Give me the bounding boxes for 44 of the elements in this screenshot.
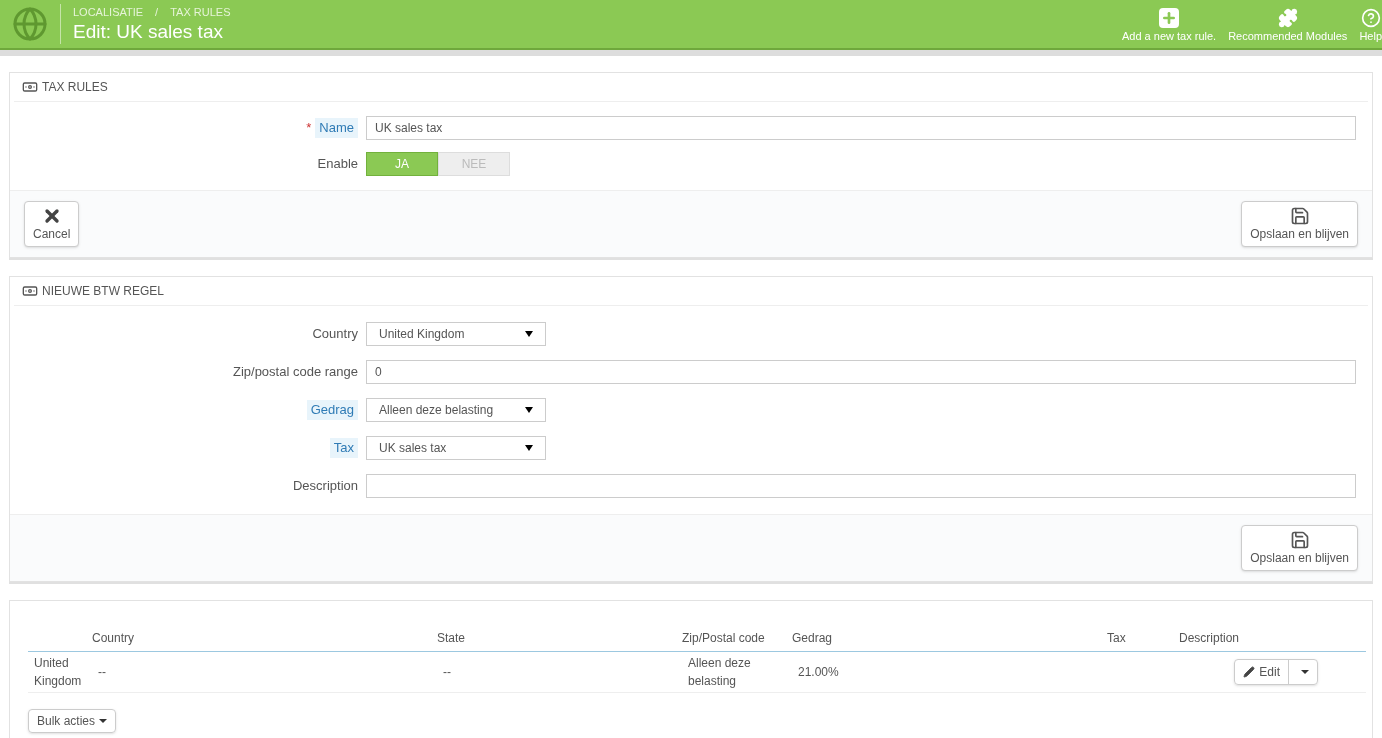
save-icon	[1289, 206, 1310, 226]
money-icon	[22, 79, 38, 95]
select-field[interactable]: UK sales tax	[366, 436, 546, 460]
panel-title: NIEUWE BTW REGEL	[42, 283, 164, 300]
select-field[interactable]: United Kingdom	[366, 322, 546, 346]
money-icon	[22, 283, 38, 299]
page-title: Edit: UK sales tax	[73, 20, 224, 45]
column-header: State	[437, 631, 466, 645]
table-cell-text: United Kingdom	[34, 655, 83, 690]
field-label: Enable	[317, 155, 358, 174]
table-cell-text: Alleen deze belasting	[688, 655, 752, 690]
table-cell-text: 21.00%	[798, 664, 839, 681]
caret-icon	[1301, 670, 1309, 674]
globe-icon	[12, 6, 48, 42]
required-mark: *	[306, 119, 312, 138]
field-label: Gedrag	[306, 400, 358, 420]
caret-icon	[99, 719, 108, 723]
field-label: Name	[315, 118, 358, 138]
field-label: Description	[292, 477, 358, 496]
column-header: Description	[1179, 631, 1240, 645]
bulk-actions-button[interactable]: Bulk acties	[28, 709, 117, 733]
field-label: Country	[312, 325, 358, 344]
column-header: Gedrag	[792, 631, 833, 645]
table-cell-text: --	[443, 664, 451, 681]
pencil-icon	[1243, 666, 1256, 678]
table-cell-text: --	[98, 664, 106, 681]
save-icon	[1289, 530, 1310, 550]
help-icon	[1360, 7, 1381, 28]
save-button[interactable]: Opslaan en blijven	[1241, 201, 1358, 247]
save-button[interactable]: Opslaan en blijven	[1241, 525, 1358, 571]
add-icon	[1159, 7, 1180, 28]
panel-title: TAX RULES	[42, 79, 108, 96]
input-field[interactable]	[366, 474, 1356, 498]
input-field[interactable]: 0	[366, 360, 1356, 384]
breadcrumb-separator: /	[155, 4, 159, 20]
column-header: Tax	[1107, 631, 1126, 645]
puzzle-icon	[1277, 7, 1298, 28]
cancel-button[interactable]: Cancel	[24, 201, 80, 247]
column-header: Country	[92, 631, 135, 645]
input-field[interactable]: UK sales tax	[366, 116, 1356, 140]
field-label: Zip/postal code range	[232, 363, 358, 382]
select-field[interactable]: Alleen deze belasting	[366, 398, 546, 422]
field-label: Tax	[329, 438, 358, 458]
column-header: Zip/Postal code	[682, 631, 765, 645]
